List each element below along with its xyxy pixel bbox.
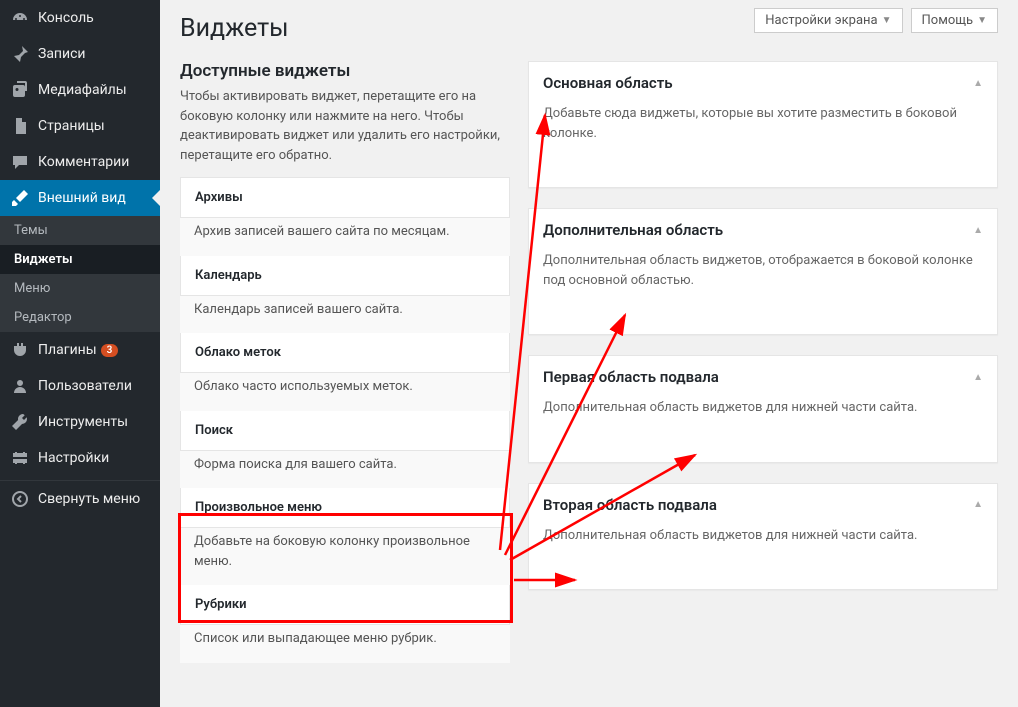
- settings-icon: [10, 448, 30, 468]
- widget-archives-desc: Архив записей вашего сайта по месяцам.: [180, 218, 510, 256]
- sidebar-item-media[interactable]: Медиафайлы: [0, 72, 160, 108]
- admin-sidebar: Консоль Записи Медиафайлы Страницы Комме…: [0, 0, 160, 707]
- sidebar-item-label: Записи: [38, 46, 86, 62]
- triangle-up-icon: ▲: [973, 78, 983, 89]
- brush-icon: [10, 188, 30, 208]
- sidebar-item-appearance[interactable]: Внешний вид: [0, 180, 160, 216]
- sidebar-item-label: Комментарии: [38, 154, 129, 170]
- widget-search-desc: Форма поиска для вашего сайта.: [180, 451, 510, 489]
- sidebar-item-comments[interactable]: Комментарии: [0, 144, 160, 180]
- area-main-desc: Добавьте сюда виджеты, которые вы хотите…: [529, 104, 997, 157]
- sidebar-item-label: Страницы: [38, 118, 105, 134]
- sidebar-item-users[interactable]: Пользователи: [0, 368, 160, 404]
- top-actions: Настройки экрана ▼ Помощь ▼: [754, 8, 998, 33]
- sidebar-item-label: Инструменты: [38, 414, 128, 430]
- widget-calendar[interactable]: Календарь: [180, 256, 510, 296]
- submenu-editor[interactable]: Редактор: [0, 303, 160, 332]
- sidebar-collapse-label: Свернуть меню: [38, 491, 140, 507]
- sidebar-item-settings[interactable]: Настройки: [0, 440, 160, 476]
- sidebar-item-label: Медиафайлы: [38, 82, 127, 98]
- area-footer-1[interactable]: Первая область подвала ▲ Дополнительная о…: [528, 355, 998, 463]
- submenu-themes[interactable]: Темы: [0, 216, 160, 245]
- sidebar-areas-column: Основная область ▲ Добавьте сюда виджеты,…: [528, 61, 998, 663]
- widget-search[interactable]: Поиск: [180, 411, 510, 451]
- comments-icon: [10, 152, 30, 172]
- sidebar-submenu: Темы Виджеты Меню Редактор: [0, 216, 160, 332]
- area-footer-1-desc: Дополнительная область виджетов для нижн…: [529, 398, 997, 432]
- main-content: Настройки экрана ▼ Помощь ▼ Виджеты Дост…: [160, 0, 1018, 707]
- sidebar-collapse[interactable]: Свернуть меню: [0, 480, 160, 517]
- caret-down-icon: ▼: [882, 15, 892, 26]
- sidebar-item-label: Консоль: [38, 10, 94, 26]
- area-footer-2[interactable]: Вторая область подвала ▲ Дополнительная о…: [528, 483, 998, 591]
- media-icon: [10, 80, 30, 100]
- widget-tag-cloud-desc: Облако часто используемых меток.: [180, 373, 510, 411]
- widget-calendar-desc: Календарь записей вашего сайта.: [180, 296, 510, 334]
- pin-icon: [10, 44, 30, 64]
- collapse-icon: [10, 489, 30, 509]
- sidebar-item-label: Плагины: [38, 342, 97, 358]
- available-widgets-desc: Чтобы активировать виджет, перетащите ег…: [180, 87, 510, 165]
- widget-custom-menu-desc: Добавьте на боковую колонку произвольное…: [180, 528, 510, 585]
- sidebar-item-label: Настройки: [38, 450, 109, 466]
- sidebar-item-tools[interactable]: Инструменты: [0, 404, 160, 440]
- widget-categories-desc: Список или выпадающее меню рубрик.: [180, 625, 510, 663]
- submenu-menus[interactable]: Меню: [0, 274, 160, 303]
- sidebar-item-plugins[interactable]: Плагины 3: [0, 332, 160, 368]
- area-additional-desc: Дополнительная область виджетов, отображ…: [529, 251, 997, 304]
- sidebar-item-label: Пользователи: [38, 378, 132, 394]
- help-button[interactable]: Помощь ▼: [911, 8, 998, 33]
- sidebar-item-posts[interactable]: Записи: [0, 36, 160, 72]
- area-main-title: Основная область: [543, 74, 673, 92]
- area-additional-title: Дополнительная область: [543, 221, 723, 239]
- sidebar-item-console[interactable]: Консоль: [0, 0, 160, 36]
- screen-options-button[interactable]: Настройки экрана ▼: [754, 8, 902, 33]
- area-footer-2-desc: Дополнительная область виджетов для нижн…: [529, 526, 997, 560]
- sidebar-item-label: Внешний вид: [38, 190, 126, 206]
- caret-down-icon: ▼: [977, 15, 987, 26]
- area-main[interactable]: Основная область ▲ Добавьте сюда виджеты,…: [528, 61, 998, 188]
- widget-categories[interactable]: Рубрики: [180, 585, 510, 625]
- users-icon: [10, 376, 30, 396]
- widget-archives[interactable]: Архивы: [180, 177, 510, 218]
- plugin-update-badge: 3: [101, 344, 119, 357]
- triangle-up-icon: ▲: [973, 372, 983, 383]
- widget-custom-menu[interactable]: Произвольное меню: [180, 488, 510, 528]
- sidebar-item-pages[interactable]: Страницы: [0, 108, 160, 144]
- plugin-icon: [10, 340, 30, 360]
- submenu-widgets[interactable]: Виджеты: [0, 245, 160, 274]
- widget-tag-cloud[interactable]: Облако меток: [180, 333, 510, 373]
- triangle-up-icon: ▲: [973, 499, 983, 510]
- dashboard-icon: [10, 8, 30, 28]
- area-footer-2-title: Вторая область подвала: [543, 496, 717, 514]
- pages-icon: [10, 116, 30, 136]
- tools-icon: [10, 412, 30, 432]
- available-widgets-heading: Доступные виджеты: [180, 61, 510, 81]
- area-footer-1-title: Первая область подвала: [543, 368, 719, 386]
- triangle-up-icon: ▲: [973, 225, 983, 236]
- available-widgets-column: Доступные виджеты Чтобы активировать вид…: [180, 61, 510, 663]
- area-additional[interactable]: Дополнительная область ▲ Дополнительная о…: [528, 208, 998, 335]
